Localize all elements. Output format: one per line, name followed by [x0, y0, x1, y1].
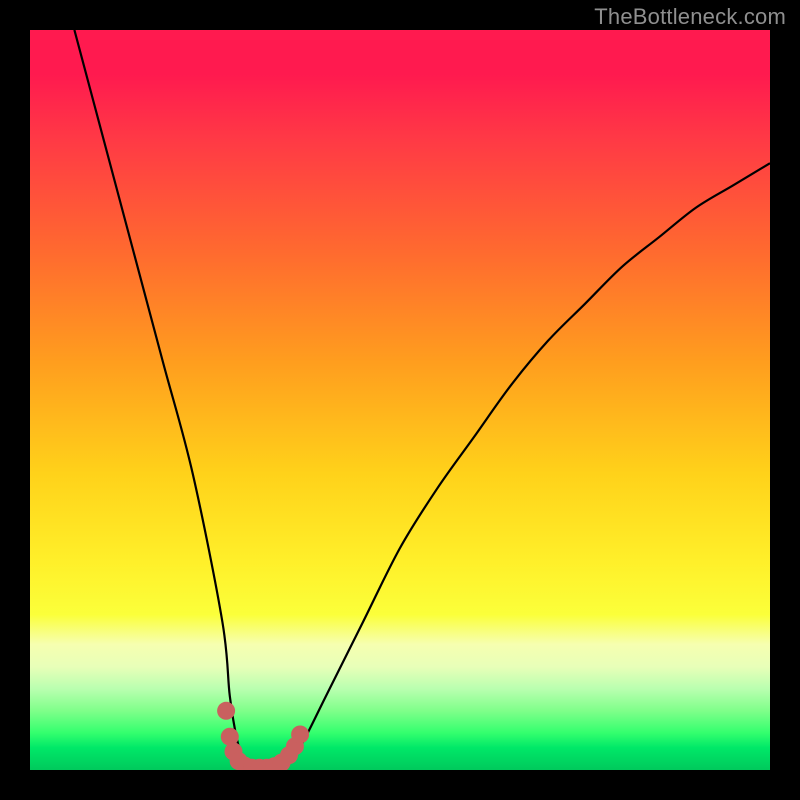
plot-area — [30, 30, 770, 770]
highlight-dots — [217, 702, 309, 770]
curve-layer — [30, 30, 770, 770]
bottleneck-curve — [74, 30, 770, 770]
highlight-dot — [217, 702, 235, 720]
chart-stage: TheBottleneck.com — [0, 0, 800, 800]
highlight-dot — [291, 725, 309, 743]
bottleneck-curve-path — [74, 30, 770, 770]
watermark-text: TheBottleneck.com — [594, 4, 786, 30]
